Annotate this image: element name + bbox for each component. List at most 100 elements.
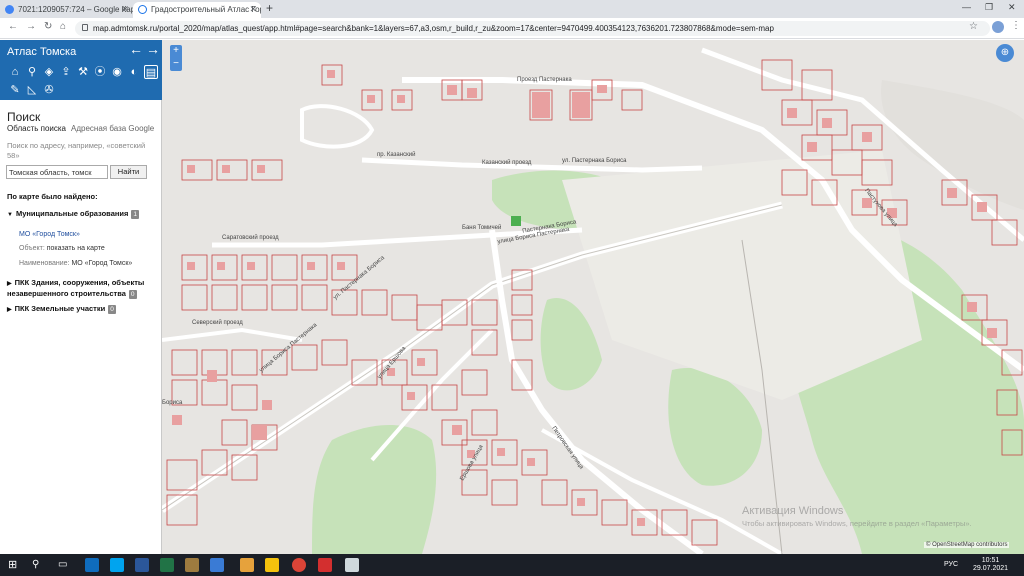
zoom-control: + − — [170, 45, 182, 71]
search-tabs: Область поиска Адресная база Google — [7, 124, 154, 133]
result-name[interactable]: МО «Город Томск» — [19, 230, 80, 239]
sidebar-header: Атлас Томска ← → ⌂ ⚲ ◈ ⇪ ⚒ ⦿ ◉ ◐ ▤ ✎ ◺ ✇ — [0, 40, 162, 100]
map-icon[interactable]: ▤ — [144, 65, 158, 79]
result-group-buildings[interactable]: ▶ ПКК Здания, сооружения, объекты незавер… — [7, 278, 157, 299]
browser-tabstrip: 7021:1209057:724 – Google Карт ✕ Градост… — [0, 0, 1024, 18]
search-heading: Поиск — [7, 110, 41, 124]
target-icon[interactable]: ◉ — [110, 65, 124, 79]
reload-icon[interactable]: ↻ — [44, 21, 52, 32]
street-label: Казанский проезд — [482, 160, 532, 166]
search-button[interactable]: Найти — [110, 165, 147, 179]
tab-google-addresses[interactable]: Адресная база Google — [71, 124, 154, 133]
show-on-map-link[interactable]: показать на карте — [47, 245, 105, 252]
road-loop — [300, 104, 375, 149]
maximize-icon[interactable]: ❐ — [985, 2, 993, 13]
google-maps-favicon-icon — [5, 5, 14, 14]
pdf-icon[interactable] — [318, 558, 332, 572]
naming-value: МО «Город Томск» — [71, 260, 133, 267]
search-icon[interactable]: ⚲ — [32, 558, 46, 572]
sidebar-panel: Атлас Томска ← → ⌂ ⚲ ◈ ⇪ ⚒ ⦿ ◉ ◐ ▤ ✎ ◺ ✇… — [0, 40, 162, 554]
zoom-in-button[interactable]: + — [170, 45, 182, 58]
map-pin-icon[interactable]: ⦿ — [93, 65, 107, 79]
map-attribution[interactable]: © OpenStreetMap contributors — [924, 542, 1010, 548]
minimize-icon[interactable]: — — [962, 2, 971, 12]
road — [361, 157, 703, 173]
menu-icon[interactable]: ⋮ — [1011, 20, 1021, 31]
bookmark-star-icon[interactable]: ☆ — [969, 21, 978, 32]
count-badge: 0 — [128, 290, 137, 299]
tab-title: 7021:1209057:724 – Google Карт — [18, 5, 133, 14]
forest-area — [312, 425, 437, 554]
task-view-icon[interactable]: ▭ — [58, 558, 72, 572]
input-language[interactable]: РУС — [944, 561, 958, 568]
group-label: ПКК Земельные участки — [14, 304, 106, 313]
clock-date: 29.07.2021 — [973, 565, 1009, 572]
object-label: Объект: — [19, 245, 45, 252]
hammer-icon[interactable]: ⚒ — [76, 65, 90, 79]
tab-search-area[interactable]: Область поиска — [7, 124, 66, 133]
home-icon[interactable]: ⌂ — [8, 65, 22, 79]
back-icon[interactable]: ← — [8, 21, 18, 32]
globe-icon[interactable]: ◐ — [127, 65, 141, 79]
triangle-down-icon: ▼ — [7, 212, 13, 218]
tab-atlas[interactable]: Градостроительный Атлас Город ✕ — [133, 2, 261, 18]
search-hint: Поиск по адресу, например, «советский 58… — [7, 141, 146, 160]
poi-label: Баня Томичей — [462, 225, 502, 231]
layers-icon[interactable]: ◈ — [42, 65, 56, 79]
app-icon[interactable] — [210, 558, 224, 572]
measure-area-icon[interactable]: ◺ — [25, 83, 39, 97]
map-canvas[interactable]: Проезд Пастернака пр. Казанский Казански… — [162, 40, 1024, 554]
count-badge: 0 — [108, 305, 116, 314]
triangle-right-icon: ▶ — [7, 281, 12, 287]
result-naming-row: Наименование: МО «Город Томск» — [19, 259, 132, 268]
outlook-icon[interactable] — [85, 558, 99, 572]
mail-icon[interactable] — [345, 558, 359, 572]
street-label: пр. Казанский — [377, 152, 416, 158]
windows-activation-title: Активация Windows — [742, 505, 844, 517]
app-icon[interactable] — [185, 558, 199, 572]
windows-activation-text: Чтобы активировать Windows, перейдите в … — [742, 519, 972, 528]
pointer-icon[interactable]: ✇ — [42, 83, 56, 97]
clock[interactable]: 10:51 29.07.2021 — [973, 557, 1008, 573]
word-icon[interactable] — [135, 558, 149, 572]
arrow-right-icon[interactable]: → — [146, 41, 160, 57]
map-tiles — [162, 47, 1024, 554]
windows-start-icon[interactable]: ⊞ — [8, 558, 22, 572]
group-label: Муниципальные образования — [15, 209, 129, 218]
excel-icon[interactable] — [160, 558, 174, 572]
profile-avatar[interactable] — [992, 21, 1004, 33]
new-tab-icon[interactable]: + — [266, 1, 273, 15]
ruler-icon[interactable]: ✎ — [8, 83, 22, 97]
result-group-land-plots[interactable]: ▶ ПКК Земельные участки 0 — [7, 304, 157, 315]
tab-google-maps[interactable]: 7021:1209057:724 – Google Карт ✕ — [0, 2, 133, 18]
arrow-left-icon[interactable]: ← — [129, 41, 143, 57]
triangle-right-icon: ▶ — [7, 307, 12, 313]
street-label: Проезд Пастернака — [517, 77, 572, 83]
home-icon[interactable]: ⌂ — [60, 21, 66, 32]
zoom-out-button[interactable]: − — [170, 58, 182, 71]
clock-time: 10:51 — [981, 557, 1000, 564]
search-input[interactable]: Томская область, томск — [6, 165, 108, 179]
app-title: Атлас Томска — [7, 46, 77, 58]
address-bar[interactable]: map.admtomsk.ru/portal_2020/map/atlas_qu… — [75, 21, 990, 36]
lock-icon — [82, 24, 88, 31]
chrome-icon[interactable] — [292, 558, 306, 572]
browser-toolbar: ← → ↻ ⌂ map.admtomsk.ru/portal_2020/map/… — [0, 18, 1024, 39]
result-group-municipal[interactable]: ▼ Муниципальные образования 1 — [7, 209, 157, 220]
taskbar: ⊞ ⚲ ▭ РУС 10:51 29.07.2021 — [0, 554, 1024, 576]
upload-icon[interactable]: ⇪ — [59, 65, 73, 79]
street-label: Северский проезд — [192, 320, 243, 326]
close-icon[interactable]: ✕ — [249, 4, 257, 15]
folder-icon[interactable] — [240, 558, 254, 572]
search-icon[interactable]: ⚲ — [25, 65, 39, 79]
globe-icon[interactable]: ⊕ — [996, 44, 1014, 62]
tab-title: Градостроительный Атлас Город — [151, 5, 261, 14]
skype-icon[interactable] — [110, 558, 124, 572]
count-badge: 1 — [131, 210, 140, 219]
forward-icon[interactable]: → — [26, 21, 36, 32]
app-icon[interactable] — [265, 558, 279, 572]
window-close-icon[interactable]: ✕ — [1008, 2, 1016, 13]
results-heading: По карте было найдено: — [7, 192, 98, 201]
close-icon[interactable]: ✕ — [121, 4, 129, 15]
park-area — [540, 298, 602, 391]
